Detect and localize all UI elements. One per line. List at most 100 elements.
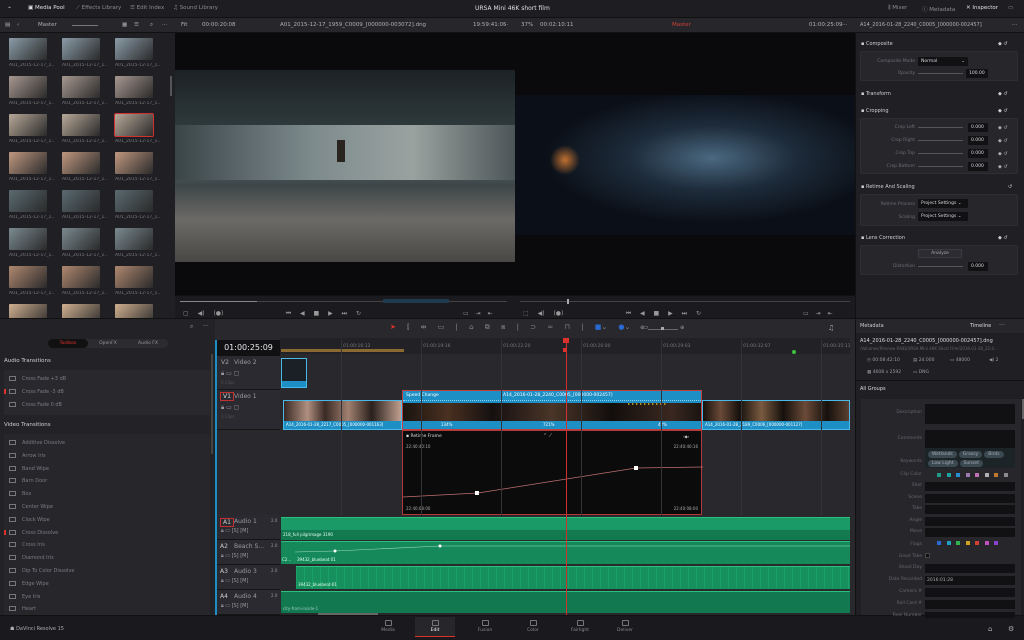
zoom-slider[interactable]: ⊖ ⊕: [640, 325, 684, 332]
metadata-field-input[interactable]: [925, 494, 1015, 503]
metadata-field-input[interactable]: [925, 564, 1015, 573]
more-options-icon[interactable]: ···: [162, 22, 167, 28]
selection-tool-icon[interactable]: ➤: [390, 323, 396, 331]
flag-swatch[interactable]: [937, 541, 941, 545]
clip-thumbnail[interactable]: [115, 266, 153, 288]
v1-clip-1[interactable]: A14_2016-01-28_2217_C0005_[000000-001163…: [283, 400, 402, 430]
clip-thumbnail[interactable]: [9, 266, 47, 288]
fullscreen-icon[interactable]: ▭: [1008, 5, 1013, 11]
opacity-slider[interactable]: [918, 73, 963, 74]
scaling-select[interactable]: Project Settings ⌄: [918, 212, 968, 221]
back-icon[interactable]: ‹: [17, 22, 19, 28]
track-name[interactable]: Video 1: [234, 393, 257, 400]
grid-view-icon[interactable]: ▦: [122, 22, 127, 28]
source-options-icon[interactable]: ···: [503, 22, 508, 28]
source-scrubber[interactable]: [257, 301, 507, 302]
clip-thumbnail[interactable]: [9, 228, 47, 250]
page-tab-deliver[interactable]: Deliver: [605, 620, 645, 633]
crop-value-field[interactable]: 0.000: [968, 162, 988, 171]
media-pool-button[interactable]: ▣ Media Pool: [28, 5, 65, 11]
effect-item[interactable]: Dip To Color Dissolve: [9, 568, 74, 574]
a2-clip[interactable]: 39432_bluebeat 01: [295, 541, 850, 564]
settings-gear-icon[interactable]: ⚙: [1008, 625, 1014, 633]
distortion-field[interactable]: 0.000: [968, 262, 988, 271]
clip-thumbnail[interactable]: [115, 228, 153, 250]
effects-scrollbar[interactable]: [211, 354, 213, 454]
metadata-field-input[interactable]: [925, 588, 1015, 597]
effect-item[interactable]: Box: [9, 491, 31, 497]
speed-percent-3[interactable]: 42%: [658, 422, 667, 427]
timeline-scrubber-handle[interactable]: [567, 299, 569, 304]
clip-thumbnail[interactable]: [115, 152, 153, 174]
clip-thumbnail[interactable]: [115, 190, 153, 212]
playhead[interactable]: [566, 340, 567, 615]
metadata-options-icon[interactable]: ···: [999, 322, 1005, 329]
metadata-field-input[interactable]: [925, 430, 1015, 450]
effect-item[interactable]: Arrow Iris: [9, 452, 46, 459]
list-view-icon[interactable]: ☰: [134, 22, 139, 28]
a2-clip-prev[interactable]: C2...: [281, 541, 295, 564]
track-controls[interactable]: 🔒︎ ▭ ▢: [221, 404, 239, 412]
track-controls[interactable]: 🔒︎ ▭ [S] [M]: [221, 603, 248, 609]
inspector-options-icon[interactable]: ···: [1012, 22, 1017, 28]
sound-library-button[interactable]: ♫ Sound Library: [173, 5, 218, 11]
timeline-edit-controls[interactable]: ▭ ⇥ ⇤: [803, 310, 833, 317]
source-transport-controls[interactable]: ▢ ◀) (●) ⏮ ◀ ■ ▶ ⏭ ↻: [183, 310, 361, 318]
effect-item[interactable]: Additive Dissolve: [9, 440, 65, 446]
clip-thumbnail[interactable]: [62, 76, 100, 98]
clip-thumbnail[interactable]: [9, 76, 47, 98]
page-tab-media[interactable]: Media: [368, 620, 408, 633]
track-id[interactable]: A3: [220, 568, 228, 575]
track-controls[interactable]: 🔒︎ ▭ [S] [M]: [221, 528, 248, 534]
crop-value-field[interactable]: 0.000: [968, 136, 988, 145]
keyword-chip[interactable]: Wetlands: [928, 451, 957, 458]
metadata-field-input[interactable]: [925, 517, 1015, 526]
v2-clip[interactable]: [281, 358, 307, 388]
metadata-scope-select[interactable]: Timeline: [970, 323, 991, 329]
effect-item[interactable]: Clock Wipe: [9, 516, 50, 523]
retime-process-select[interactable]: Project Settings ⌄: [918, 199, 968, 208]
speed-percent-2[interactable]: 721%: [543, 422, 554, 427]
effect-item[interactable]: Cross Iris: [9, 542, 45, 548]
timeline-transport-controls[interactable]: ⬚ ◀) (●) ⏮ ◀ ■ ▶ ⏭ ↻: [523, 310, 701, 318]
clip-thumbnail[interactable]: [9, 190, 47, 212]
metadata-group-select[interactable]: All Groups: [860, 386, 886, 392]
keyword-chip[interactable]: Sunset: [959, 460, 983, 467]
snapping-icon[interactable]: ⊃: [530, 323, 536, 331]
flag-swatch[interactable]: [975, 541, 979, 545]
effect-item[interactable]: Center Wipe: [9, 504, 53, 510]
timeline-zoom-select[interactable]: 37%: [521, 22, 533, 28]
metadata-field-input[interactable]: [925, 505, 1015, 514]
track-name[interactable]: Audio 3: [234, 568, 257, 575]
effects-tab[interactable]: Toolbox: [48, 339, 88, 348]
crop-slider[interactable]: [918, 127, 963, 128]
crop-slider[interactable]: [918, 140, 963, 141]
home-icon[interactable]: ⌂: [988, 625, 992, 633]
thumbnail-size-slider[interactable]: [72, 25, 98, 26]
in-out-marker-range[interactable]: [281, 349, 404, 352]
effects-tab[interactable]: OpenFX: [88, 341, 128, 346]
track-name[interactable]: Beach S...: [234, 543, 264, 550]
track-controls[interactable]: 🔒︎ ▭ [S] [M]: [221, 553, 248, 559]
clip-color-swatch[interactable]: [965, 473, 970, 477]
keyword-chip[interactable]: Low Light: [928, 460, 958, 467]
v1-clip-speed-change[interactable]: Speed Change A14_2016-01-28_2240_C0005_[0…: [402, 390, 702, 430]
page-tab-fairlight[interactable]: Fairlight: [560, 620, 600, 633]
metadata-field-input[interactable]: 2016:01:28: [925, 576, 1015, 585]
timeline-toolbar[interactable]: ➤ ⫿ ⇹ ▭ | ⌂ ⧉ ⧈ | ⊃ ∞ ⊓ | ■⌄ ●⌄ ▭: [390, 323, 648, 332]
marker-green[interactable]: [792, 350, 796, 354]
effect-item[interactable]: Edge Wipe: [9, 580, 49, 587]
clip-color-swatch[interactable]: [984, 473, 989, 477]
video-transitions-header[interactable]: Video Transitions: [4, 422, 51, 428]
clip-thumbnail[interactable]: [62, 228, 100, 250]
composite-section-header[interactable]: ▪ Composite ◆ ↺: [856, 41, 1024, 47]
v1-clip-3[interactable]: A14_2016-01-28_2189_C0006_[000000-001127…: [702, 400, 850, 430]
metadata-button[interactable]: ⓘ Metadata: [922, 5, 955, 13]
clip-thumbnail[interactable]: [115, 38, 153, 60]
opacity-field[interactable]: 100.00: [966, 69, 988, 78]
crop-slider[interactable]: [918, 166, 963, 167]
clip-thumbnail[interactable]: [114, 113, 154, 137]
clip-thumbnail[interactable]: [9, 38, 47, 60]
timeline-name-select[interactable]: Master: [672, 22, 691, 28]
composite-mode-select[interactable]: Normal ⌄: [918, 57, 968, 66]
